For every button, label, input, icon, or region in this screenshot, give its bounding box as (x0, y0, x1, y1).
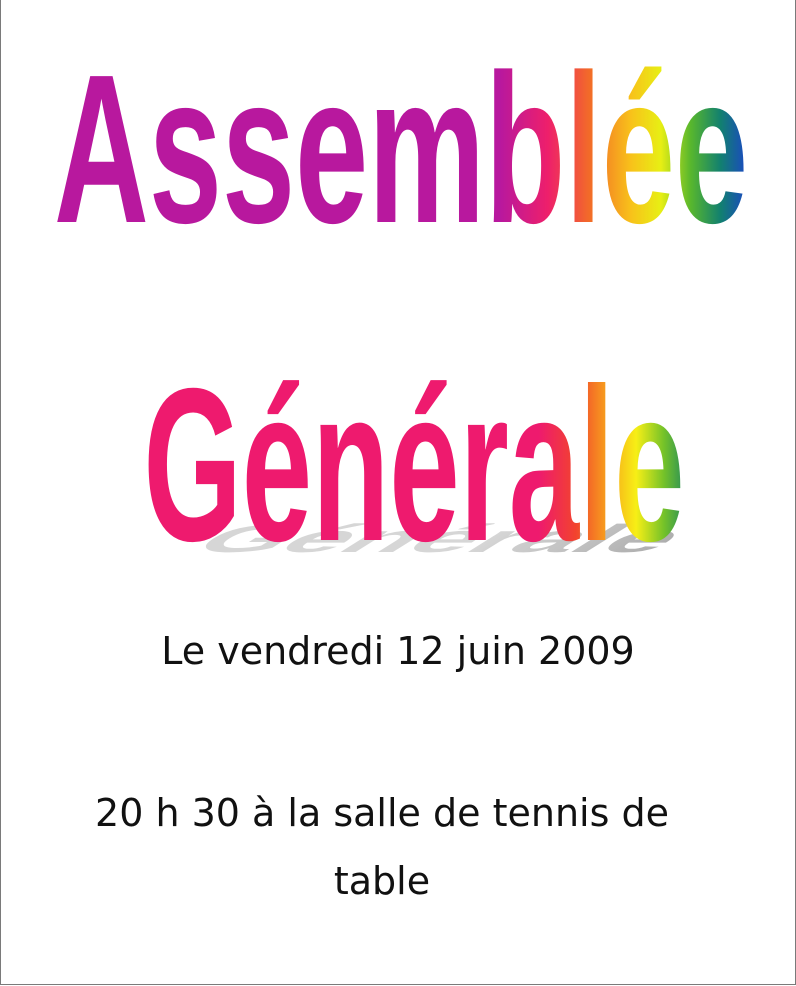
location-line-1: 20 h 30 à la salle de tennis de (95, 791, 669, 835)
title-line2-group: Générale (143, 343, 684, 586)
title-line1-group: Assemblée (54, 31, 748, 268)
title-line1: Assemblée (54, 31, 748, 268)
date-text: Le vendredi 12 juin 2009 (161, 629, 635, 673)
wordart-title: Assemblée Générale Assemblée Générale (54, 31, 748, 587)
document-page: Assemblée Générale Assemblée Générale Le… (0, 0, 796, 985)
title-line2: Générale (143, 343, 684, 586)
location-line-2: table (333, 859, 431, 903)
